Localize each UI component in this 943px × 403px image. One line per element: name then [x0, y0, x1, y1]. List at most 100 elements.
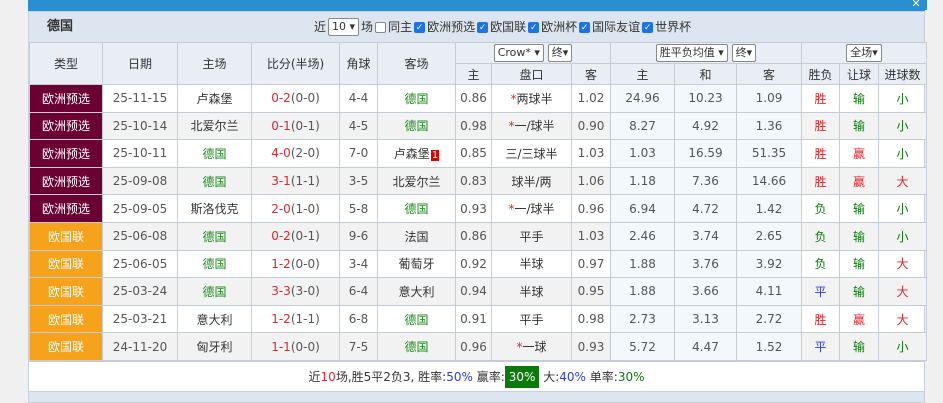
col-ah-home: 主 — [455, 63, 492, 85]
match-type[interactable]: 欧国联 — [29, 304, 103, 334]
full-time-score: 2-0 — [271, 201, 291, 216]
home-team[interactable]: 德国 — [177, 277, 252, 306]
cup-checkbox[interactable]: ✓ — [579, 21, 591, 33]
match-type[interactable]: 欧国联 — [29, 221, 103, 251]
match-type[interactable]: 欧国联 — [29, 332, 103, 361]
home-team[interactable]: 德国 — [177, 139, 252, 168]
same-home-checkbox[interactable] — [375, 21, 387, 33]
score[interactable]: 4-0(2-0) — [251, 139, 340, 168]
away-team[interactable]: 德国 — [377, 304, 456, 334]
score[interactable]: 0-2(0-0) — [251, 84, 340, 113]
home-team[interactable]: 匈牙利 — [177, 332, 252, 361]
score[interactable]: 1-2(1-1) — [251, 304, 340, 334]
away-team[interactable]: 意大利 — [377, 277, 456, 306]
eu-home-odds: 6.94 — [610, 194, 675, 223]
match-type[interactable]: 欧洲预选 — [29, 166, 103, 196]
table-row: 欧洲预选 25-09-08 德国 3-1(1-1) 3-5 北爱尔兰 0.83 … — [29, 166, 928, 196]
eu-away-odds: 1.52 — [736, 332, 802, 361]
goals-result: 小 — [877, 221, 928, 251]
company-select[interactable]: Crow* ▾ — [493, 44, 544, 62]
home-team[interactable]: 北爱尔兰 — [177, 111, 252, 141]
ah-final-select[interactable]: 终▾ — [547, 44, 573, 62]
result: 胜 — [801, 166, 840, 196]
col-type: 类型 — [29, 42, 103, 85]
score[interactable]: 1-2(0-0) — [251, 249, 340, 279]
score[interactable]: 3-3(3-0) — [251, 277, 340, 306]
goals-result: 大 — [877, 249, 928, 279]
home-team[interactable]: 意大利 — [177, 304, 252, 334]
corner: 3-5 — [339, 166, 378, 196]
ah-home-odds: 0.83 — [455, 166, 492, 196]
summary: 近10场,胜5平2负3, 胜率:50% 赢率: 30% 大:40% 单率:30% — [29, 360, 924, 391]
away-team[interactable]: 德国 — [377, 111, 456, 141]
ah-line: 半球 — [491, 249, 572, 279]
col-eu-away: 客 — [736, 63, 802, 85]
handicap-result: 赢 — [839, 304, 879, 334]
score[interactable]: 2-0(1-0) — [251, 194, 340, 223]
ah-away-odds: 0.93 — [571, 332, 611, 361]
scope-select[interactable]: 全场▾ — [846, 44, 882, 62]
home-team[interactable]: 德国 — [177, 221, 252, 251]
cup-checkbox[interactable]: ✓ — [642, 21, 654, 33]
match-type[interactable]: 欧国联 — [29, 249, 103, 279]
company-value: Crow* — [497, 46, 531, 59]
ah-line-value: 一/球半 — [514, 119, 555, 134]
handicap-result: 输 — [839, 249, 879, 279]
score[interactable]: 3-1(1-1) — [251, 166, 340, 196]
match-count-select[interactable]: 10 ▾ — [328, 18, 360, 36]
eu-draw-odds: 4.92 — [674, 111, 737, 141]
full-time-score: 1-2 — [271, 256, 291, 271]
red-card-badge: 1 — [430, 149, 440, 161]
away-team[interactable]: 卢森堡 1 — [377, 139, 456, 168]
away-team[interactable]: 德国 — [377, 194, 456, 223]
col-away: 客场 — [377, 42, 456, 85]
match-type[interactable]: 欧国联 — [29, 277, 103, 306]
away-team[interactable]: 德国 — [377, 84, 456, 113]
table-row: 欧国联 25-06-05 德国 1-2(0-0) 3-4 葡萄牙 0.92 半球… — [29, 249, 928, 279]
full-time-score: 3-1 — [271, 174, 291, 189]
full-time-score: 4-0 — [271, 146, 291, 161]
score[interactable]: 0-1(0-1) — [251, 111, 340, 141]
full-time-score: 1-2 — [271, 312, 291, 327]
filters: 近 10 ▾ 场 同主 ✓ 欧洲预选 ✓ 欧国联 ✓ 欧洲杯 ✓ 国际友谊 ✓ 世界杯 — [314, 12, 691, 42]
col-goals: 进球数 — [877, 63, 928, 85]
handicap-result: 输 — [839, 221, 879, 251]
ah-line: *一/球半 — [491, 194, 572, 223]
score[interactable]: 0-2(0-1) — [251, 221, 340, 251]
match-type[interactable]: 欧洲预选 — [29, 111, 103, 141]
match-type[interactable]: 欧洲预选 — [29, 84, 103, 113]
ah-line: 三/三球半 — [491, 139, 572, 168]
match-type[interactable]: 欧洲预选 — [29, 194, 103, 223]
match-table: 类型 日期 主场 比分(半场) 角球 客场 Crow* ▾ 终▾ 胜平负均值 ▾… — [29, 42, 928, 361]
ah-away-odds: 1.02 — [571, 84, 611, 113]
match-type[interactable]: 欧洲预选 — [29, 139, 103, 168]
away-team[interactable]: 葡萄牙 — [377, 249, 456, 279]
cup-checkbox[interactable]: ✓ — [477, 21, 489, 33]
win-rate: 50% — [446, 369, 473, 384]
eu-final-select[interactable]: 终▾ — [731, 44, 757, 62]
away-team-name: 德国 — [404, 202, 429, 217]
home-team[interactable]: 德国 — [177, 249, 252, 279]
ah-line: 半球 — [491, 277, 572, 306]
close-button[interactable]: ✕ — [905, 0, 927, 10]
odds-kind-value: 胜平负均值 — [659, 46, 715, 59]
result: 平 — [801, 332, 840, 361]
home-team[interactable]: 德国 — [177, 166, 252, 196]
ah-away-odds: 0.96 — [571, 194, 611, 223]
eu-home-odds: 1.88 — [610, 249, 675, 279]
away-team[interactable]: 北爱尔兰 — [377, 166, 456, 196]
eu-draw-odds: 7.36 — [674, 166, 737, 196]
result: 胜 — [801, 111, 840, 141]
cup-checkbox[interactable]: ✓ — [414, 21, 426, 33]
ah-line: *一球 — [491, 332, 572, 361]
ah-away-odds: 1.03 — [571, 139, 611, 168]
away-team[interactable]: 德国 — [377, 332, 456, 361]
odds-kind-select[interactable]: 胜平负均值 ▾ — [655, 44, 728, 62]
home-team[interactable]: 斯洛伐克 — [177, 194, 252, 223]
away-team[interactable]: 法国 — [377, 221, 456, 251]
home-team[interactable]: 卢森堡 — [177, 84, 252, 113]
away-team-name: 卢森堡 — [393, 146, 430, 161]
cup-checkbox[interactable]: ✓ — [528, 21, 540, 33]
score[interactable]: 1-1(0-0) — [251, 332, 340, 361]
ah-home-odds: 0.86 — [455, 221, 492, 251]
